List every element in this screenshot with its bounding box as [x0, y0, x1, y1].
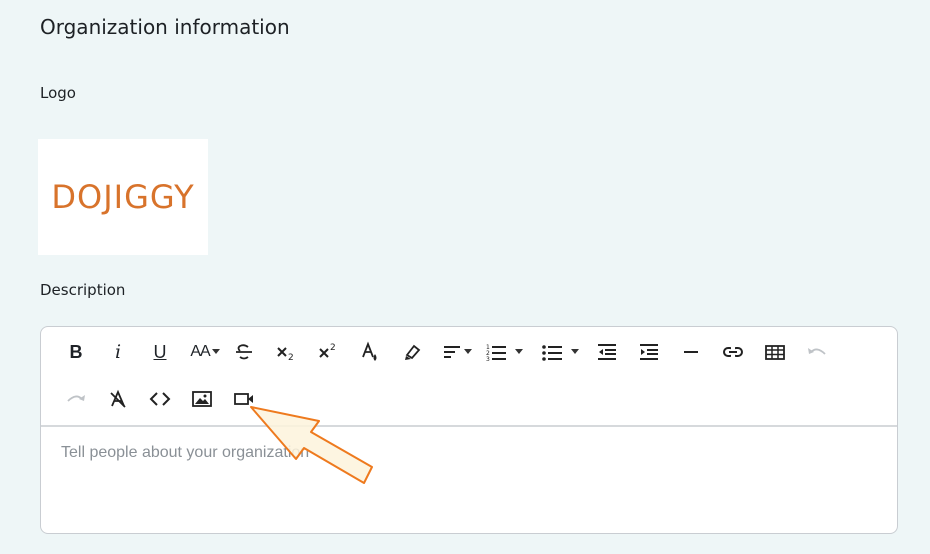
chevron-down-icon	[571, 349, 579, 354]
superscript-icon: 2	[319, 343, 336, 358]
chevron-down-icon	[464, 349, 472, 354]
italic-button[interactable]: i	[101, 335, 135, 369]
description-placeholder: Tell people about your organization	[61, 444, 310, 461]
description-editor: B i U AA 2 2 1 2 3 Tell people about you…	[40, 326, 898, 534]
code-icon	[149, 392, 171, 406]
undo-icon	[808, 348, 826, 355]
logo-label: Logo	[40, 84, 76, 102]
description-text-area[interactable]: Tell people about your organization	[41, 427, 897, 533]
chevron-down-icon	[515, 349, 523, 354]
table-button[interactable]	[758, 335, 792, 369]
logo-image[interactable]: DOJIGGY	[38, 139, 208, 255]
font-color-button[interactable]	[353, 335, 387, 369]
svg-text:2: 2	[330, 343, 336, 353]
svg-text:2: 2	[288, 353, 294, 362]
underline-button[interactable]: U	[143, 335, 177, 369]
font-size-icon: AA	[190, 343, 210, 360]
ordered-list-icon: 1 2 3	[486, 344, 506, 362]
highlighter-icon	[405, 344, 421, 360]
outdent-button[interactable]	[590, 335, 624, 369]
clear-format-button[interactable]	[101, 382, 135, 416]
indent-icon	[640, 344, 658, 360]
redo-button[interactable]	[59, 382, 93, 416]
subscript-icon: 2	[277, 347, 294, 362]
code-view-button[interactable]	[143, 382, 177, 416]
unordered-list-button[interactable]	[537, 335, 583, 369]
chevron-down-icon	[211, 349, 220, 354]
logo-wordmark: DOJIGGY	[51, 178, 195, 216]
outdent-icon	[598, 344, 616, 360]
font-color-icon	[362, 341, 377, 361]
superscript-button[interactable]: 2	[311, 335, 345, 369]
image-icon	[192, 391, 212, 407]
insert-image-button[interactable]	[185, 382, 219, 416]
redo-icon	[67, 395, 85, 402]
bold-icon: B	[69, 341, 83, 362]
italic-icon: i	[114, 341, 122, 363]
horizontal-rule-icon	[684, 351, 698, 353]
link-icon	[723, 347, 743, 357]
subscript-button[interactable]: 2	[269, 335, 303, 369]
horizontal-rule-button[interactable]	[674, 335, 708, 369]
highlight-button[interactable]	[395, 335, 429, 369]
font-size-button[interactable]: AA	[185, 335, 225, 369]
ordered-list-button[interactable]: 1 2 3	[481, 335, 527, 369]
strikethrough-icon	[236, 344, 252, 360]
indent-button[interactable]	[632, 335, 666, 369]
video-camera-icon	[234, 393, 253, 405]
strikethrough-button[interactable]	[227, 335, 261, 369]
insert-video-button[interactable]	[227, 382, 261, 416]
table-icon	[765, 345, 785, 360]
undo-button[interactable]	[800, 335, 834, 369]
unordered-list-icon	[542, 345, 562, 361]
svg-text:3: 3	[486, 356, 490, 362]
editor-toolbar: B i U AA 2 2 1 2 3	[41, 327, 897, 427]
section-title: Organization information	[40, 15, 290, 39]
align-button[interactable]	[437, 335, 477, 369]
clear-format-icon	[110, 389, 126, 408]
bold-button[interactable]: B	[59, 335, 93, 369]
description-label: Description	[40, 281, 126, 299]
underline-icon: U	[153, 341, 167, 362]
link-button[interactable]	[716, 335, 750, 369]
align-icon	[444, 346, 460, 358]
